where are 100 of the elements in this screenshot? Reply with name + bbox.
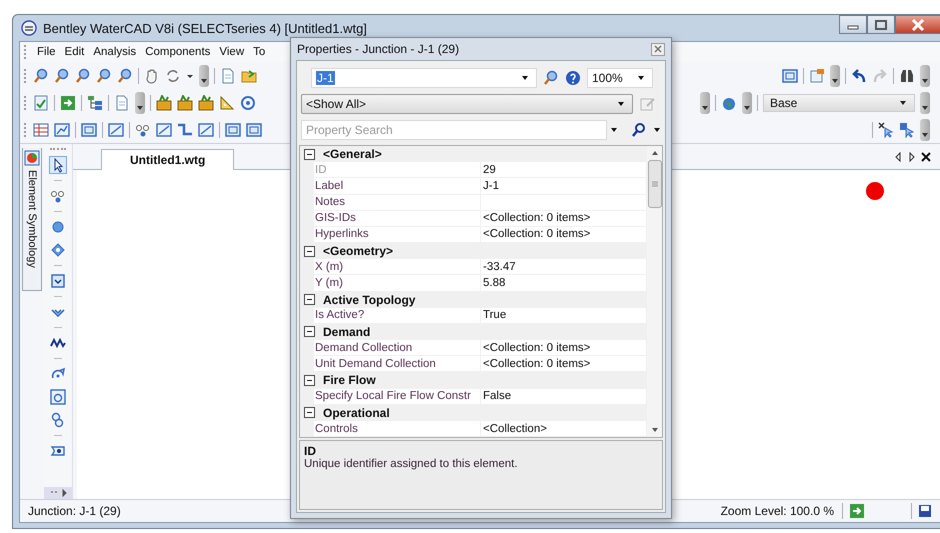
menu-item[interactable]: Edit — [64, 46, 84, 58]
toolbar-overflow-button[interactable] — [199, 64, 209, 86]
category-heading: <General> — [323, 147, 382, 162]
line-chart-icon[interactable] — [198, 122, 214, 138]
cursor-square-icon[interactable] — [899, 122, 915, 138]
triangle-ruler-icon[interactable] — [219, 94, 235, 110]
line-chart-icon[interactable] — [156, 122, 172, 138]
property-value[interactable]: 5.88 — [481, 275, 647, 292]
refresh-icon[interactable] — [165, 68, 181, 84]
scrollbar-thumb[interactable] — [648, 160, 662, 208]
menu-item[interactable]: File — [37, 46, 56, 58]
magnifier-icon[interactable] — [543, 70, 559, 86]
toolbar-overflow-button[interactable] — [135, 92, 145, 114]
property-name[interactable]: Label — [314, 178, 481, 195]
property-value[interactable]: <Collection: 0 items> — [481, 356, 647, 372]
menu-item[interactable]: View — [219, 46, 244, 58]
caret-icon[interactable] — [609, 126, 619, 134]
property-value[interactable]: <Collection: 0 items> — [481, 340, 647, 356]
maximize-button[interactable] — [867, 15, 895, 34]
magnifier-icon[interactable] — [75, 68, 91, 84]
dialog-close-button[interactable] — [651, 42, 665, 56]
zoom-dropdown[interactable]: 100% — [587, 68, 653, 88]
collapse-icon[interactable] — [304, 294, 315, 306]
pointer-icon[interactable] — [50, 157, 66, 173]
undo-icon[interactable] — [851, 68, 867, 84]
cursor-cross-icon[interactable] — [878, 122, 894, 138]
magnifier-icon[interactable] — [54, 68, 70, 84]
search-icon[interactable] — [631, 122, 647, 138]
property-value[interactable]: <Collection> — [481, 420, 647, 437]
scroll-arrows-icon — [49, 489, 67, 497]
property-name[interactable]: Y (m) — [314, 275, 481, 292]
step-line-icon[interactable] — [177, 122, 193, 138]
window-icon[interactable] — [782, 68, 798, 84]
scrollbar[interactable] — [647, 146, 662, 437]
caret-icon[interactable] — [653, 126, 661, 134]
scenario-dropdown[interactable]: Base — [763, 94, 915, 112]
table-icon[interactable] — [33, 122, 49, 138]
window-icon[interactable] — [81, 122, 97, 138]
toolbar-overflow-button[interactable] — [920, 64, 930, 86]
property-name[interactable]: Notes — [314, 194, 481, 211]
document-icon[interactable] — [220, 68, 236, 84]
document-icon[interactable] — [114, 94, 130, 110]
diamond-icon[interactable] — [50, 242, 66, 258]
palette-scroll-button[interactable] — [44, 487, 72, 499]
collapse-icon[interactable] — [304, 407, 315, 418]
toolbar-overflow-button[interactable] — [920, 118, 930, 140]
property-value[interactable]: <Collection: 0 items> — [481, 210, 647, 227]
menu-item[interactable]: To — [253, 46, 266, 58]
toolbar-overflow-button[interactable] — [742, 92, 752, 114]
binoculars-icon[interactable] — [899, 68, 915, 84]
document-tab[interactable]: Untitled1.wtg — [101, 149, 234, 170]
menu-item[interactable]: Analysis — [93, 46, 136, 58]
window-icon[interactable] — [246, 122, 262, 138]
toolbar-overflow-button[interactable] — [920, 92, 930, 114]
folder-icon[interactable] — [241, 68, 257, 84]
chart-icon[interactable] — [54, 122, 70, 138]
circle-icon[interactable] — [50, 219, 66, 235]
property-value[interactable]: <Collection: 0 items> — [481, 226, 647, 244]
scroll-up-icon[interactable] — [650, 150, 658, 156]
property-name[interactable]: Demand Collection — [314, 340, 481, 356]
target-icon[interactable] — [240, 94, 256, 110]
property-value[interactable]: False — [481, 388, 647, 405]
scroll-down-icon[interactable] — [650, 427, 658, 433]
property-name[interactable]: Unit Demand Collection — [314, 356, 481, 372]
magnifier-icon[interactable] — [96, 68, 112, 84]
collapse-icon[interactable] — [304, 374, 315, 386]
nodes-icon[interactable] — [50, 188, 66, 204]
tree-icon[interactable] — [87, 94, 103, 110]
menu-item[interactable]: Components — [145, 46, 210, 58]
board-icon[interactable] — [809, 68, 825, 84]
arrow-box-icon[interactable] — [849, 503, 865, 519]
property-name[interactable]: Specify Local Fire Flow Constr — [314, 388, 481, 405]
property-name[interactable]: X (m) — [314, 259, 481, 276]
toolbar-overflow-button[interactable] — [830, 64, 840, 86]
arrow-box-icon[interactable] — [60, 94, 76, 110]
property-name[interactable]: GIS-IDs — [314, 210, 481, 227]
toolbar-overflow-button[interactable] — [700, 92, 710, 114]
pie-icon[interactable] — [24, 150, 40, 166]
close-button[interactable] — [895, 15, 940, 34]
property-value[interactable]: J-1 — [481, 178, 647, 195]
magnifier-icon[interactable] — [33, 68, 49, 84]
property-search-field[interactable]: Property Search — [301, 120, 607, 140]
collapse-icon[interactable] — [304, 326, 315, 338]
help-icon[interactable] — [565, 70, 581, 86]
magnifier-icon[interactable] — [117, 68, 133, 84]
minimize-button[interactable] — [839, 15, 867, 34]
property-name[interactable]: Hyperlinks — [314, 226, 481, 244]
side-tab[interactable]: Element Symbology — [22, 148, 42, 291]
property-value[interactable]: -33.47 — [481, 259, 647, 276]
collapse-icon[interactable] — [304, 148, 315, 160]
line-chart-icon[interactable] — [108, 122, 124, 138]
save-icon[interactable] — [918, 504, 932, 518]
property-name[interactable]: Controls — [314, 420, 481, 437]
collapse-icon[interactable] — [304, 246, 315, 257]
property-name[interactable]: Is Active? — [314, 308, 481, 324]
checklist-icon[interactable] — [33, 94, 49, 110]
filter-dropdown[interactable]: <Show All> — [301, 94, 633, 114]
element-dropdown[interactable]: J-1 — [311, 68, 537, 88]
property-value[interactable]: True — [481, 308, 647, 324]
window-icon[interactable] — [225, 122, 241, 138]
